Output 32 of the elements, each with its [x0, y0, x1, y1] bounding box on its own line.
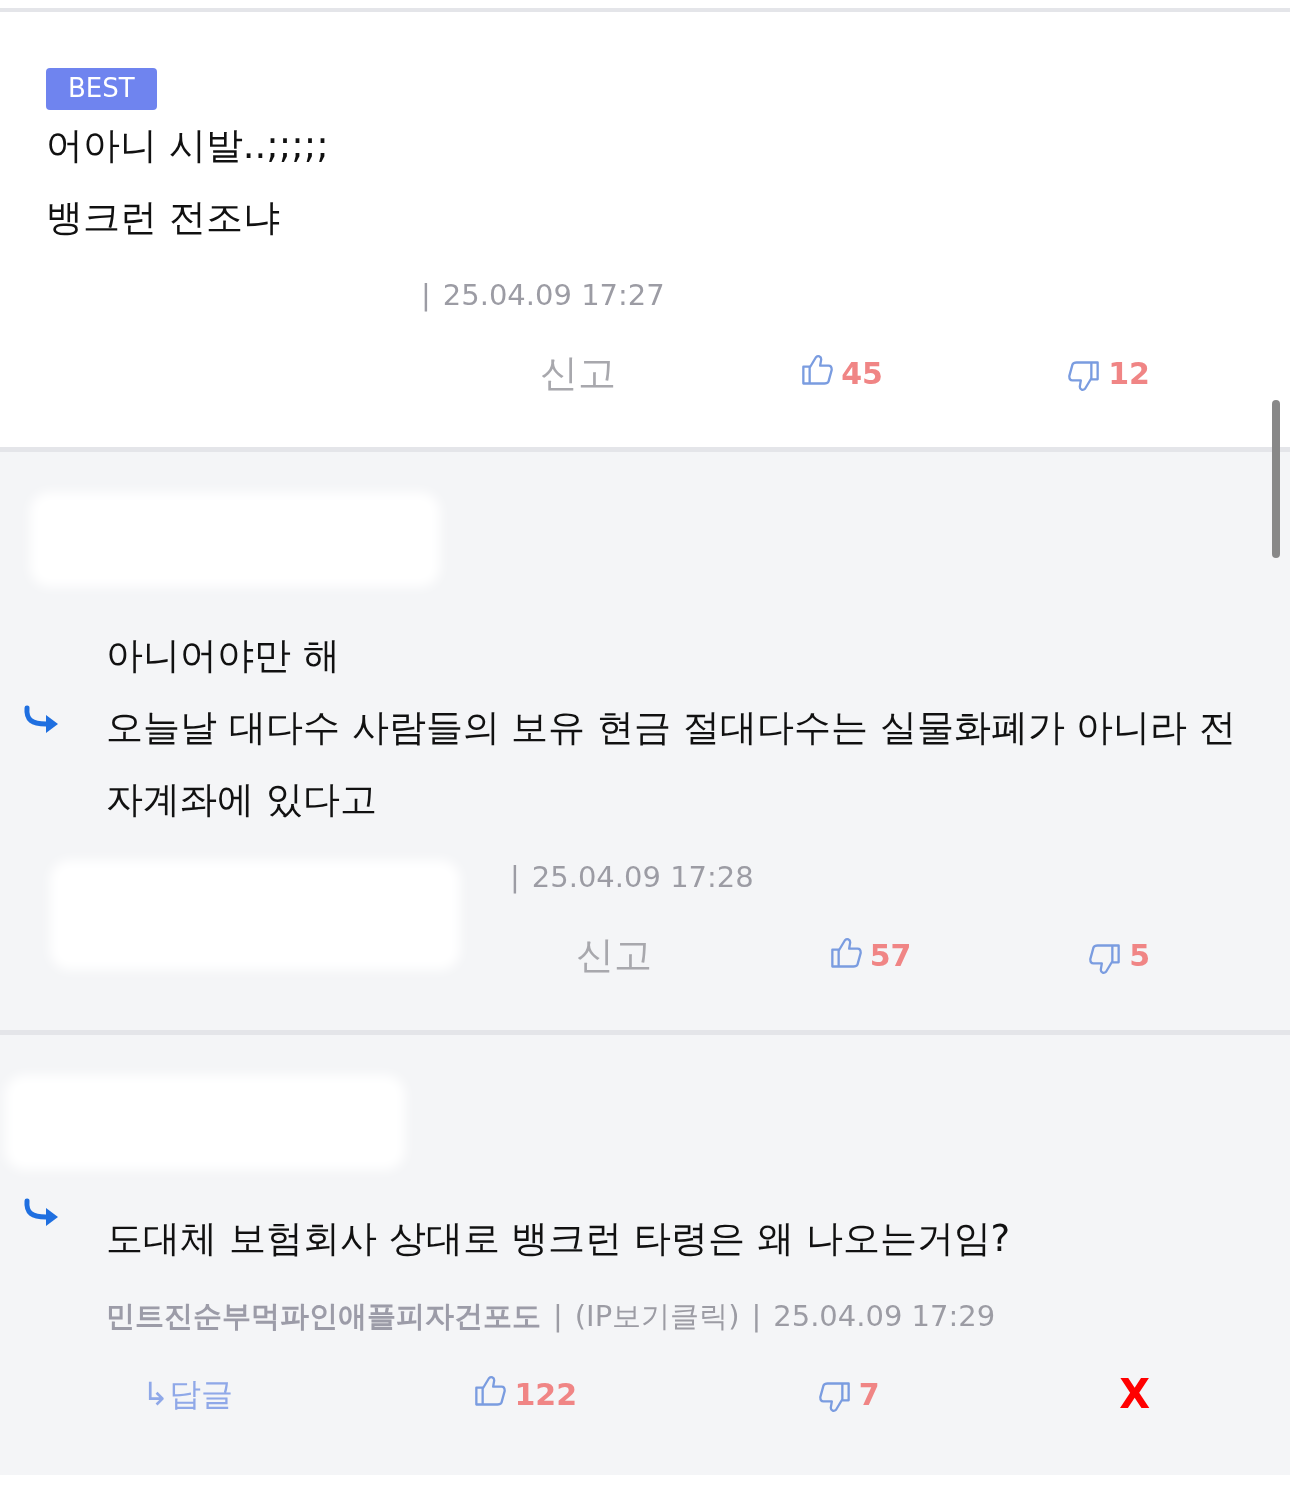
comment-text: 뱅크런 전조냐: [46, 194, 281, 241]
comment-text: 오늘날 대다수 사람들의 보유 현금 절대다수는 실물화폐가 아니라 전자계좌에 있다고: [106, 705, 1238, 824]
separator: |: [751, 1297, 762, 1335]
delete-button[interactable]: X: [1119, 1364, 1150, 1425]
vote-count: 12: [1108, 354, 1150, 393]
dislike-button[interactable]: 7: [816, 1371, 880, 1417]
vote-count: 45: [841, 354, 883, 393]
ip-link[interactable]: (IP보기클릭): [574, 1294, 740, 1339]
comment-text: 도대체 보험회사 상대로 뱅크런 타령은 왜 나오는거임?: [106, 1215, 1012, 1262]
separator: |: [553, 1297, 563, 1335]
separator: |: [510, 859, 520, 897]
comment-text: 어아니 시발..;;;;;: [46, 122, 330, 169]
like-button[interactable]: 45: [799, 350, 883, 396]
vote-count: 7: [858, 1375, 880, 1414]
comment-text: 아니어야만 해: [106, 633, 341, 680]
report-button[interactable]: 신고: [576, 927, 652, 985]
reply-button[interactable]: ↳답글: [142, 1370, 233, 1419]
comment-date: 25.04.09 17:27: [442, 276, 665, 314]
dislike-button[interactable]: 5: [1087, 933, 1150, 979]
best-badge: BEST: [46, 68, 157, 110]
comment-date: 25.04.09 17:28: [531, 859, 754, 897]
comment-date: 25.04.09 17:29: [773, 1297, 996, 1335]
scrollbar[interactable]: [1272, 400, 1280, 558]
dislike-button[interactable]: 12: [1066, 350, 1150, 396]
vote-count: 5: [1129, 937, 1150, 976]
author-name[interactable]: 민트진순부먹파인애플피자건포도: [106, 1294, 541, 1339]
separator: |: [421, 276, 431, 314]
like-button[interactable]: 57: [827, 933, 912, 979]
vote-count: 122: [514, 1375, 578, 1414]
like-button[interactable]: 122: [472, 1371, 578, 1417]
vote-count: 57: [869, 937, 912, 976]
report-button[interactable]: 신고: [540, 344, 616, 402]
